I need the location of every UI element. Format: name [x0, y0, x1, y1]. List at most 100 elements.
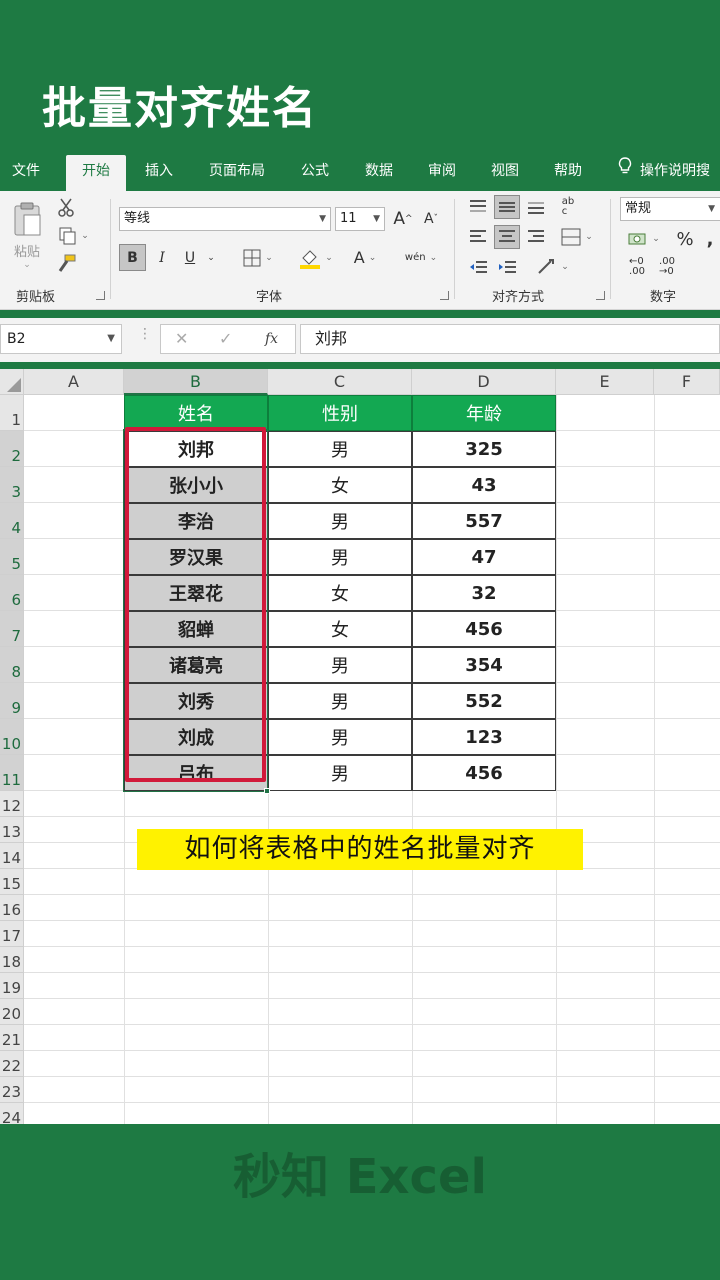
- table-cell-gender[interactable]: 男: [268, 503, 412, 539]
- font-color-button[interactable]: A ⌄: [344, 244, 386, 271]
- column-header-a[interactable]: A: [24, 369, 124, 395]
- number-format-select[interactable]: 常规 ▼: [620, 197, 720, 221]
- table-cell-gender[interactable]: 男: [268, 431, 412, 467]
- fill-handle[interactable]: [264, 788, 270, 794]
- align-center-icon[interactable]: [494, 225, 520, 249]
- table-cell-age[interactable]: 32: [412, 575, 556, 611]
- row-header-11[interactable]: 11: [0, 755, 24, 791]
- row-header-24[interactable]: 24: [0, 1103, 24, 1124]
- row-header-8[interactable]: 8: [0, 647, 24, 683]
- row-header-14[interactable]: 14: [0, 843, 24, 869]
- header-cell-gender[interactable]: 性别: [268, 395, 412, 431]
- table-cell-age[interactable]: 354: [412, 647, 556, 683]
- clipboard-launcher-icon[interactable]: [96, 291, 105, 300]
- tab-view[interactable]: 视图: [482, 155, 528, 191]
- table-cell-gender[interactable]: 女: [268, 611, 412, 647]
- format-painter-icon[interactable]: [54, 253, 78, 275]
- tab-file[interactable]: 文件: [0, 155, 52, 191]
- tab-help[interactable]: 帮助: [545, 155, 591, 191]
- underline-dropdown[interactable]: ⌄: [202, 244, 220, 271]
- row-header-4[interactable]: 4: [0, 503, 24, 539]
- alignment-launcher-icon[interactable]: [596, 291, 605, 300]
- row-header-17[interactable]: 17: [0, 921, 24, 947]
- spreadsheet-grid[interactable]: A B C D E F 1 2 3 4 5 6 7 8 9 10 11 12 13 14 15 1 6 17 18 1…: [0, 369, 720, 1124]
- italic-button[interactable]: I: [150, 244, 174, 271]
- table-cell-gender[interactable]: 男: [268, 683, 412, 719]
- font-name-select[interactable]: 等线 ▼: [119, 207, 331, 231]
- column-header-f[interactable]: F: [654, 369, 720, 395]
- align-top-icon[interactable]: [466, 195, 490, 219]
- row-header-5[interactable]: 5: [0, 539, 24, 575]
- header-cell-age[interactable]: 年龄: [412, 395, 556, 431]
- row-header-20[interactable]: 20: [0, 999, 24, 1025]
- increase-font-icon[interactable]: A ^: [392, 207, 414, 231]
- row-header-2[interactable]: 2: [0, 431, 24, 467]
- column-header-d[interactable]: D: [412, 369, 556, 395]
- cut-icon[interactable]: [54, 197, 78, 219]
- insert-function-icon[interactable]: fx: [265, 325, 278, 353]
- merge-center-icon[interactable]: ⌄: [554, 225, 600, 249]
- name-box[interactable]: B2 ▼: [0, 324, 122, 354]
- row-header-19[interactable]: 19: [0, 973, 24, 999]
- formula-input[interactable]: 刘邦: [300, 324, 720, 354]
- phonetic-guide-button[interactable]: wén ⌄: [398, 244, 444, 271]
- cancel-icon[interactable]: ✕: [175, 325, 188, 353]
- font-size-select[interactable]: 11 ▼: [335, 207, 385, 231]
- increase-indent-icon[interactable]: [494, 255, 520, 279]
- table-cell-gender[interactable]: 女: [268, 575, 412, 611]
- row-header-21[interactable]: 21: [0, 1025, 24, 1051]
- table-cell-age[interactable]: 47: [412, 539, 556, 575]
- decrease-indent-icon[interactable]: [466, 255, 490, 279]
- table-cell-age[interactable]: 123: [412, 719, 556, 755]
- table-cell-gender[interactable]: 男: [268, 719, 412, 755]
- comma-button[interactable]: ,: [702, 227, 718, 251]
- table-cell-gender[interactable]: 男: [268, 755, 412, 791]
- tab-insert[interactable]: 插入: [136, 155, 182, 191]
- row-header-15[interactable]: 15: [0, 869, 24, 895]
- table-cell-gender[interactable]: 女: [268, 467, 412, 503]
- table-cell-age[interactable]: 557: [412, 503, 556, 539]
- row-header-3[interactable]: 3: [0, 467, 24, 503]
- increase-decimal-icon[interactable]: ←0.00: [624, 255, 650, 279]
- table-cell-age[interactable]: 552: [412, 683, 556, 719]
- align-bottom-icon[interactable]: [524, 195, 548, 219]
- row-header-1[interactable]: 1: [0, 395, 24, 431]
- align-right-icon[interactable]: [524, 225, 548, 249]
- fill-color-icon[interactable]: ⌄: [294, 244, 338, 271]
- borders-icon[interactable]: ⌄: [236, 244, 280, 271]
- tell-me-search[interactable]: 操作说明搜: [618, 155, 710, 191]
- tab-data[interactable]: 数据: [356, 155, 402, 191]
- align-left-icon[interactable]: [466, 225, 490, 249]
- header-cell-name[interactable]: 姓名: [124, 395, 268, 431]
- row-header-12[interactable]: 12: [0, 791, 24, 817]
- tab-review[interactable]: 审阅: [419, 155, 465, 191]
- row-header-13[interactable]: 13: [0, 817, 24, 843]
- tab-formulas[interactable]: 公式: [292, 155, 338, 191]
- table-cell-age[interactable]: 325: [412, 431, 556, 467]
- wrap-text-icon[interactable]: ⌄: [532, 255, 574, 279]
- font-launcher-icon[interactable]: [440, 291, 449, 300]
- copy-icon[interactable]: ⌄: [54, 225, 94, 247]
- row-header-7[interactable]: 7: [0, 611, 24, 647]
- row-header-9[interactable]: 9: [0, 683, 24, 719]
- bold-button[interactable]: B: [119, 244, 146, 271]
- column-header-e[interactable]: E: [556, 369, 654, 395]
- column-header-b[interactable]: B: [124, 369, 268, 395]
- row-header-10[interactable]: 10: [0, 719, 24, 755]
- table-cell-age[interactable]: 456: [412, 755, 556, 791]
- row-header-22[interactable]: 22: [0, 1051, 24, 1077]
- orientation-icon[interactable]: ab c: [554, 195, 582, 219]
- table-cell-gender[interactable]: 男: [268, 647, 412, 683]
- decrease-font-icon[interactable]: Aˇ: [420, 207, 442, 231]
- underline-button[interactable]: U: [178, 244, 202, 271]
- percent-button[interactable]: %: [674, 227, 696, 251]
- enter-icon[interactable]: ✓: [219, 325, 232, 353]
- table-cell-age[interactable]: 43: [412, 467, 556, 503]
- row-header-6[interactable]: 6: [0, 575, 24, 611]
- row-header-18[interactable]: 18: [0, 947, 24, 973]
- table-cell-gender[interactable]: 男: [268, 539, 412, 575]
- column-header-c[interactable]: C: [268, 369, 412, 395]
- tab-home[interactable]: 开始: [66, 155, 126, 191]
- align-middle-icon[interactable]: [494, 195, 520, 219]
- tab-page-layout[interactable]: 页面布局: [198, 155, 276, 191]
